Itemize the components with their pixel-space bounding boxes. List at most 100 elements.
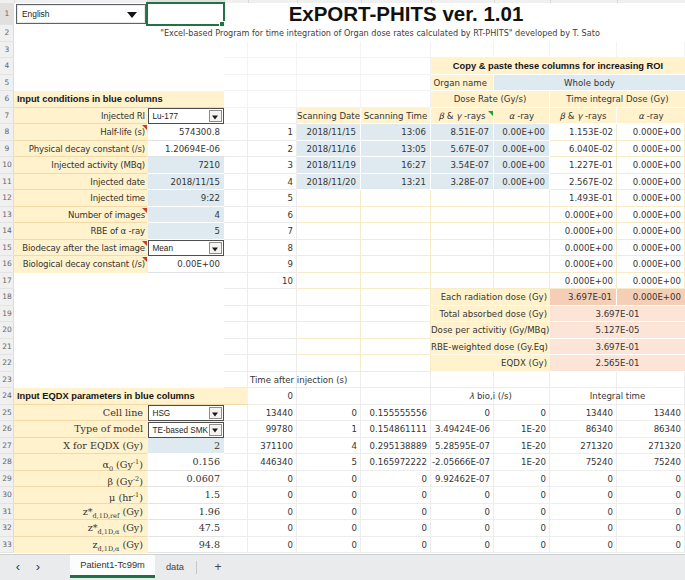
grid-cell <box>297 289 361 306</box>
scan-date-cell[interactable]: 2018/11/19 <box>297 157 361 174</box>
grid-cell <box>224 504 248 521</box>
scan-time-cell[interactable]: 13:21 <box>361 174 431 191</box>
number-of-images-value[interactable]: 4 <box>148 207 224 224</box>
integral-beta-gamma-cell: 0.000E+00 <box>550 256 617 273</box>
grid-cell <box>297 91 361 108</box>
time-cell: 86340 <box>617 421 685 438</box>
eqdx-cell-line-dropdown[interactable]: HSG <box>148 405 224 421</box>
row-number: 31 <box>0 504 14 521</box>
scan-date-cell[interactable]: 2018/11/15 <box>297 124 361 141</box>
scan-index-cell: 6 <box>248 207 297 224</box>
scan-index-cell: 3 <box>248 157 297 174</box>
rate-alpha-cell[interactable]: 0.00E+00 <box>494 141 550 158</box>
dose-per-activitiy-gy-mbq-label: Dose per activitiy (Gy/MBq) <box>431 322 550 339</box>
grid-cell <box>248 42 297 59</box>
row-number: 7 <box>0 108 14 125</box>
sheet-tab-data[interactable]: data <box>157 555 193 580</box>
rate-alpha-cell[interactable]: 0.00E+00 <box>494 174 550 191</box>
grid-cell <box>431 273 494 290</box>
biodecay-after-the-last-image-dropdown[interactable]: Mean <box>148 240 224 256</box>
injected-ri-dropdown-arrow-icon <box>209 110 222 122</box>
injected-time-label: Injected time <box>14 190 147 207</box>
rate-alpha-cell[interactable]: 0.00E+00 <box>494 157 550 174</box>
grid-cell <box>494 240 550 257</box>
time-cell: 0 <box>297 504 361 521</box>
grid-cell <box>224 124 248 141</box>
time-cell: 0 <box>431 504 494 521</box>
rbe-of-ray-value[interactable]: 5 <box>148 223 224 240</box>
selected-cell-outline[interactable] <box>146 2 225 26</box>
injected-activity-mbq-value[interactable]: 7210 <box>148 157 224 174</box>
grid-cell <box>224 157 248 174</box>
injected-time-value[interactable]: 9:22 <box>148 190 224 207</box>
rate-beta-gamma-cell[interactable]: 5.67E-07 <box>431 141 494 158</box>
integral-alpha-cell: 0.000E+00 <box>617 124 685 141</box>
rate-beta-gamma-cell[interactable]: 3.54E-07 <box>431 157 494 174</box>
grid-cell <box>224 75 248 92</box>
grid-cell <box>248 355 297 372</box>
rate-alpha-cell[interactable]: 0.00E+00 <box>494 124 550 141</box>
row-number: 29 <box>0 471 14 488</box>
eqdx-type-of-model-dropdown[interactable]: TE-based SMK <box>148 422 224 438</box>
total-absorbed-dose-gy-value: 3.697E-01 <box>550 306 685 323</box>
time-cell: 3.49424E-06 <box>431 421 494 438</box>
grid-cell <box>361 207 431 224</box>
integral-alpha-cell: 0.000E+00 <box>617 207 685 224</box>
sheet-tab-active[interactable]: Patient1-Tc99m <box>70 555 155 576</box>
eqdx-cell-line-label: Cell line <box>14 405 147 422</box>
grid-cell <box>431 190 494 207</box>
fill-handle[interactable] <box>219 21 225 27</box>
scan-time-cell[interactable]: 13:06 <box>361 124 431 141</box>
grid-cell <box>431 372 494 389</box>
injected-date-label: Injected date <box>14 174 147 191</box>
grid-cell <box>550 42 617 59</box>
biological-decay-constant-s-comment-marker <box>142 257 147 262</box>
biological-decay-constant-s-value: 0.00E+00 <box>148 256 224 273</box>
grid-cell <box>224 405 248 422</box>
language-value: English <box>22 7 49 22</box>
grid-cell <box>224 289 248 306</box>
scan-time-cell[interactable]: 13:05 <box>361 141 431 158</box>
tab-divider <box>196 561 197 574</box>
injected-ri-dropdown-value: Lu-177 <box>153 109 179 124</box>
organ-name-value[interactable]: Whole body <box>494 75 685 92</box>
scan-date-cell[interactable]: 2018/11/20 <box>297 174 361 191</box>
time-cell: 0 <box>248 487 297 504</box>
grid-cell <box>248 58 297 75</box>
half-life-s-label: Half-life (s) <box>14 124 147 141</box>
time-cell: 0 <box>431 487 494 504</box>
scan-date-cell[interactable]: 2018/11/16 <box>297 141 361 158</box>
row-number: 4 <box>0 58 14 75</box>
integral-beta-gamma-cell: 0.000E+00 <box>550 223 617 240</box>
tab-scroll-left[interactable]: ‹ <box>10 555 26 580</box>
grid-cell <box>224 174 248 191</box>
rate-beta-gamma-cell[interactable]: 3.28E-07 <box>431 174 494 191</box>
add-sheet-button[interactable]: + <box>210 555 226 580</box>
rate-beta-gamma-cell[interactable]: 8.51E-07 <box>431 124 494 141</box>
time-cell: 5.28595E-07 <box>431 438 494 455</box>
integral-beta-gamma-cell: 1.493E-01 <box>550 190 617 207</box>
eqdx-0-gy-1-value: 0.156 <box>148 454 224 471</box>
tab-scroll-right[interactable]: › <box>30 555 46 580</box>
integral-alpha-cell: 0.000E+00 <box>617 273 685 290</box>
injected-date-value[interactable]: 2018/11/15 <box>148 174 224 191</box>
time-cell: 0.295138889 <box>361 438 431 455</box>
eqdx-z-d-1d-gy-value: 47.5 <box>148 520 224 537</box>
time-cell: 0.154861111 <box>361 421 431 438</box>
grid-cell <box>248 75 297 92</box>
grid-cell <box>224 190 248 207</box>
grid-cell <box>431 240 494 257</box>
injected-ri-dropdown[interactable]: Lu-177 <box>148 108 224 124</box>
scan-time-cell[interactable]: 16:27 <box>361 157 431 174</box>
grid-cell <box>494 207 550 224</box>
row-number: 1 <box>0 3 14 25</box>
integral-beta-gamma-cell: 0.000E+00 <box>550 240 617 257</box>
biodecay-after-the-last-image-comment-marker <box>142 241 147 246</box>
time-cell: 0 <box>494 471 550 488</box>
rate-header-comment-marker <box>488 111 493 116</box>
language-dropdown[interactable]: English <box>16 4 146 24</box>
eqdx-gy-value: 2.565E-01 <box>550 355 685 372</box>
row-number: 5 <box>0 75 14 92</box>
eqdx-x-for-eqdx-gy-value[interactable]: 2 <box>148 438 224 455</box>
row-number: 30 <box>0 487 14 504</box>
